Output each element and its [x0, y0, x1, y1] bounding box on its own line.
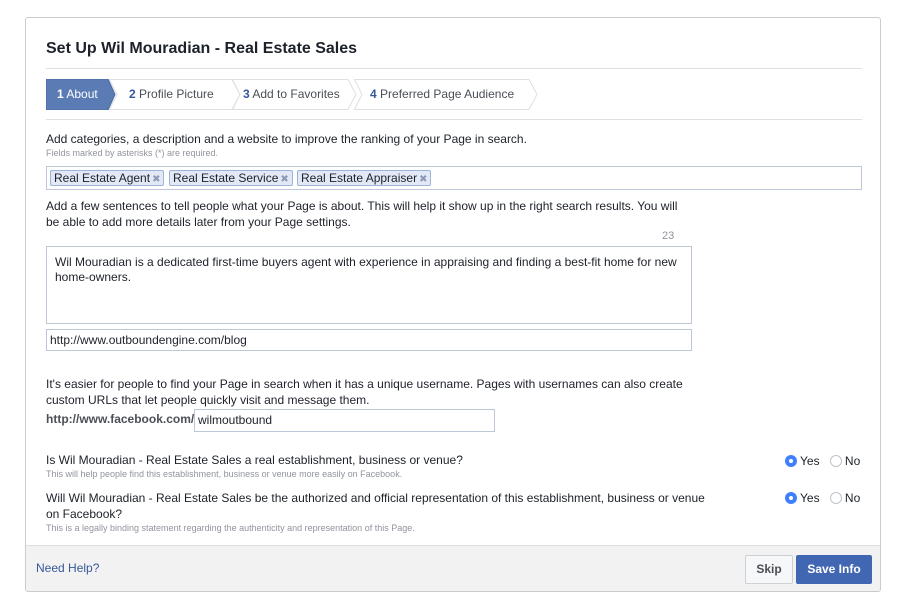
category-label: Real Estate Service: [173, 171, 279, 185]
dialog-footer: Need Help? Skip Save Info: [26, 545, 880, 591]
radio-no[interactable]: No: [829, 453, 861, 468]
question-note: This is a legally binding statement rega…: [46, 523, 415, 533]
char-counter: 23: [662, 230, 675, 242]
divider: [46, 119, 862, 120]
intro-text: Add categories, a description and a webs…: [46, 132, 527, 146]
radio-unselected-icon[interactable]: [829, 491, 842, 504]
radio-no[interactable]: No: [829, 490, 861, 505]
question-establishment: Is Wil Mouradian - Real Estate Sales a r…: [46, 453, 463, 467]
step-label: Profile Picture: [139, 87, 214, 101]
radio-label: Yes: [800, 490, 820, 505]
divider: [46, 68, 862, 69]
step-number: 4: [370, 87, 377, 101]
category-token: Real Estate Agent ✖: [50, 170, 165, 186]
establishment-radio-group: Yes No: [785, 453, 867, 468]
step-number: 3: [243, 87, 250, 101]
step-label: Add to Favorites: [252, 87, 340, 101]
step-preferred-page-audience[interactable]: 4 Preferred Page Audience: [354, 79, 538, 110]
remove-category-icon[interactable]: ✖: [280, 174, 288, 185]
radio-unselected-icon[interactable]: [829, 454, 842, 467]
step-number: 1: [57, 87, 64, 101]
category-input[interactable]: Real Estate Agent ✖ Real Estate Service ✖ …: [46, 166, 862, 190]
description-textarea[interactable]: Wil Mouradian is a dedicated first-time …: [46, 246, 692, 324]
step-about[interactable]: 1 About: [46, 79, 116, 110]
question-official: Will Wil Mouradian - Real Estate Sales b…: [46, 491, 705, 505]
category-label: Real Estate Appraiser: [301, 171, 418, 185]
radio-label: No: [844, 453, 861, 468]
radio-label: No: [844, 490, 861, 505]
description-help-line2: be able to add more details later from y…: [46, 215, 351, 229]
category-token: Real Estate Appraiser ✖: [297, 170, 432, 186]
description-help-line1: Add a few sentences to tell people what …: [46, 199, 678, 213]
step-label: About: [66, 87, 98, 101]
radio-selected-icon[interactable]: [785, 491, 797, 504]
step-label: Preferred Page Audience: [380, 87, 515, 101]
category-label: Real Estate Agent: [54, 171, 151, 185]
remove-category-icon[interactable]: ✖: [419, 174, 427, 185]
save-info-button[interactable]: Save Info: [796, 555, 872, 584]
step-add-to-favorites[interactable]: 3 Add to Favorites: [232, 79, 357, 110]
need-help-link[interactable]: Need Help?: [36, 561, 99, 575]
username-help-line2: custom URLs that let people quickly visi…: [46, 393, 370, 407]
question-official-line2: on Facebook?: [46, 507, 123, 521]
website-input[interactable]: http://www.outboundengine.com/blog: [46, 329, 692, 351]
official-radio-group: Yes No: [785, 490, 867, 505]
username-input[interactable]: wilmoutbound: [194, 409, 495, 432]
setup-dialog: Set Up Wil Mouradian - Real Estate Sales…: [25, 17, 881, 592]
radio-label: Yes: [800, 453, 820, 468]
step-profile-picture[interactable]: 2 Profile Picture: [109, 79, 241, 110]
question-note: This will help people find this establis…: [46, 469, 403, 479]
radio-yes[interactable]: Yes: [785, 490, 820, 505]
remove-category-icon[interactable]: ✖: [152, 174, 160, 185]
dialog-title: Set Up Wil Mouradian - Real Estate Sales: [46, 40, 358, 57]
radio-yes[interactable]: Yes: [785, 453, 820, 468]
step-number: 2: [129, 87, 136, 101]
username-prefix: http://www.facebook.com/: [46, 412, 195, 426]
category-token: Real Estate Service ✖: [169, 170, 293, 186]
required-note: Fields marked by asterisks (*) are requi…: [46, 148, 219, 158]
radio-selected-icon[interactable]: [785, 454, 797, 467]
skip-button[interactable]: Skip: [745, 555, 793, 584]
username-help-line1: It's easier for people to find your Page…: [46, 377, 683, 391]
